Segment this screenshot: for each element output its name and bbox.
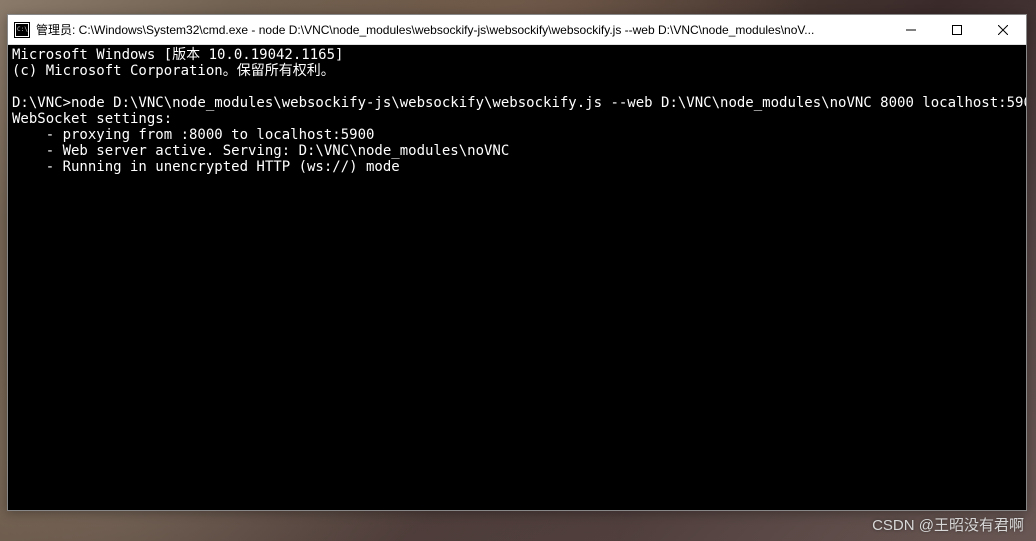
terminal-line: - Web server active. Serving: D:\VNC\nod… (12, 143, 1022, 159)
terminal-line: (c) Microsoft Corporation。保留所有权利。 (12, 63, 1022, 79)
cmd-icon: C:\ (14, 22, 30, 38)
terminal-line: D:\VNC>node D:\VNC\node_modules\websocki… (12, 95, 1022, 111)
close-button[interactable] (980, 15, 1026, 44)
terminal-output[interactable]: Microsoft Windows [版本 10.0.19042.1165](c… (8, 45, 1026, 510)
terminal-line: - Running in unencrypted HTTP (ws://) mo… (12, 159, 1022, 175)
window-controls (888, 15, 1026, 44)
minimize-button[interactable] (888, 15, 934, 44)
terminal-line (12, 79, 1022, 95)
window-title: 管理员: C:\Windows\System32\cmd.exe - node … (36, 21, 888, 38)
cmd-window: C:\ 管理员: C:\Windows\System32\cmd.exe - n… (7, 14, 1027, 511)
terminal-line: WebSocket settings: (12, 111, 1022, 127)
svg-text:C:\: C:\ (17, 26, 28, 33)
terminal-line: Microsoft Windows [版本 10.0.19042.1165] (12, 47, 1022, 63)
maximize-button[interactable] (934, 15, 980, 44)
titlebar[interactable]: C:\ 管理员: C:\Windows\System32\cmd.exe - n… (8, 15, 1026, 45)
watermark-text: CSDN @王昭没有君啊 (872, 514, 1024, 535)
terminal-line: - proxying from :8000 to localhost:5900 (12, 127, 1022, 143)
